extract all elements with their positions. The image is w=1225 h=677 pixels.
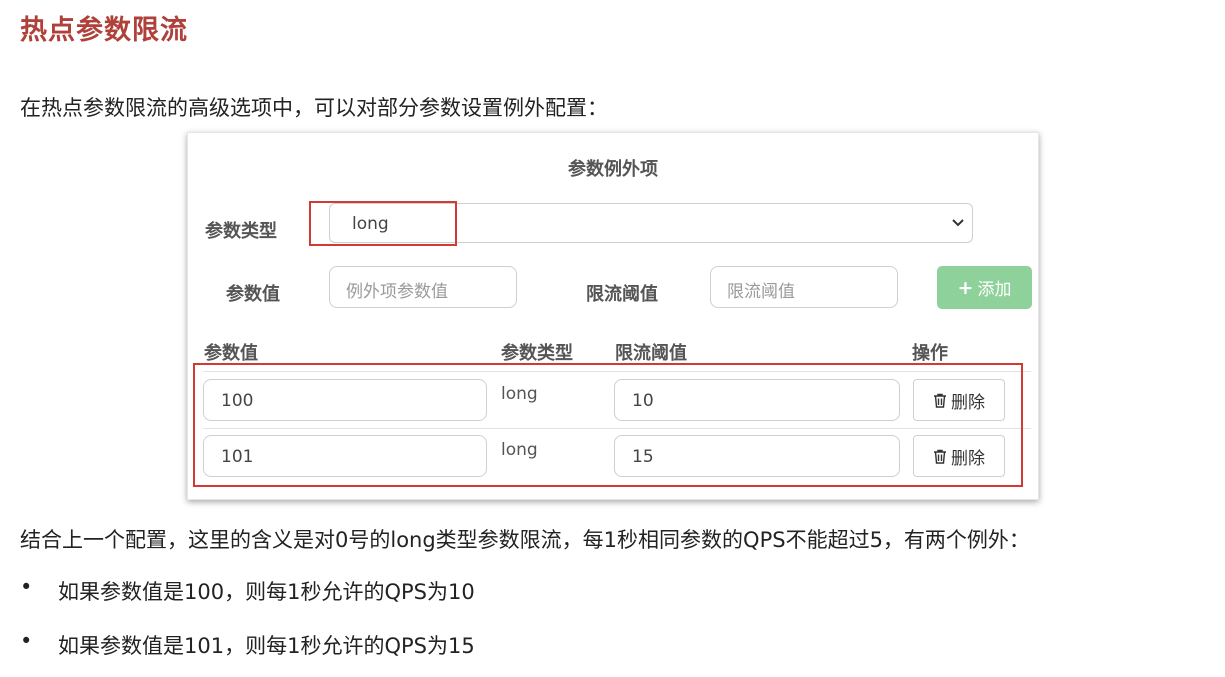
- param-type-label: 参数类型: [205, 221, 277, 242]
- add-button[interactable]: + 添加: [937, 266, 1032, 309]
- bullet-dot: •: [20, 629, 33, 653]
- add-button-label: 添加: [977, 280, 1012, 300]
- param-value-placeholder: 例外项参数值: [346, 282, 448, 302]
- param-exception-panel: 参数例外项 参数类型 long 参数值 例外项参数值 限流阈值 限流阈值 + 添…: [187, 132, 1039, 500]
- highlight-param-type: [309, 201, 457, 246]
- plus-icon: +: [957, 276, 974, 299]
- param-value-input[interactable]: 例外项参数值: [329, 266, 517, 308]
- threshold-label: 限流阈值: [586, 284, 658, 305]
- threshold-input[interactable]: 限流阈值: [710, 266, 898, 308]
- col-header-action: 操作: [912, 343, 948, 364]
- page-title: 热点参数限流: [20, 15, 188, 46]
- intro-text: 在热点参数限流的高级选项中，可以对部分参数设置例外配置：: [20, 96, 608, 120]
- chevron-down-icon: [952, 219, 964, 227]
- summary-text: 结合上一个配置，这里的含义是对0号的long类型参数限流，每1秒相同参数的QPS…: [20, 528, 1030, 552]
- highlight-exception-rows: [193, 363, 1023, 487]
- bullet-text: 如果参数值是101，则每1秒允许的QPS为15: [58, 634, 475, 658]
- bullet-dot: •: [20, 575, 33, 599]
- col-header-param-value: 参数值: [204, 343, 258, 364]
- param-value-label: 参数值: [226, 284, 280, 305]
- panel-title: 参数例外项: [568, 159, 658, 180]
- bullet-text: 如果参数值是100，则每1秒允许的QPS为10: [58, 580, 475, 604]
- threshold-placeholder: 限流阈值: [727, 282, 795, 302]
- col-header-threshold: 限流阈值: [615, 343, 687, 364]
- col-header-param-type: 参数类型: [501, 343, 573, 364]
